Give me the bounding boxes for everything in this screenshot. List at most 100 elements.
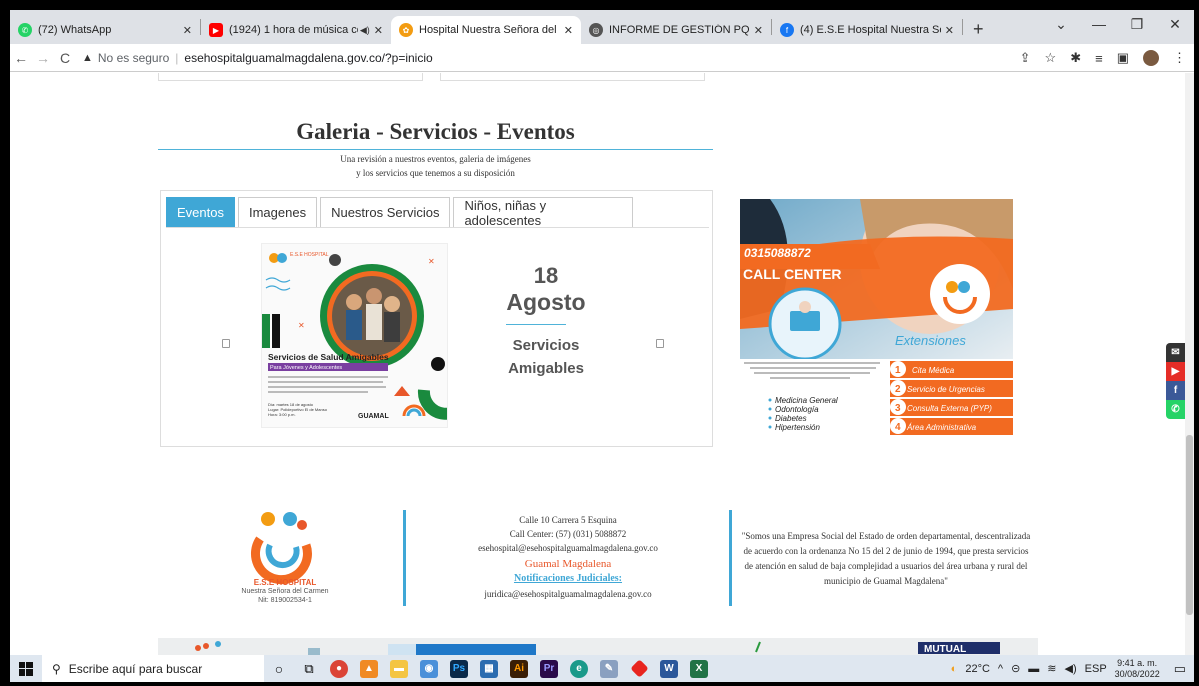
email-icon[interactable]: ✉	[1166, 343, 1185, 362]
toolbar-icons: ⇪ ☆ ✱ ≡ ▣ ⋮	[1020, 44, 1186, 72]
tab-ninos-adolescentes[interactable]: Niños, niñas y adolescentes	[453, 197, 634, 228]
tab-informe[interactable]: ◎ INFORME DE GESTIÓN PQRS Pri ✕	[581, 16, 771, 44]
taskbar-app-anydesk[interactable]	[624, 655, 654, 682]
scrollbar-thumb[interactable]	[1186, 435, 1193, 615]
flyer-subtitle: Para Jóvenes y Adolescentes	[270, 365, 342, 371]
close-window-icon[interactable]: ✕	[1156, 10, 1194, 40]
youtube-icon[interactable]: ▶	[1166, 362, 1185, 381]
taskbar-app-cortana[interactable]: ○	[264, 655, 294, 682]
network-icon[interactable]: ⊝	[1011, 662, 1020, 675]
option-number: 3	[895, 403, 901, 414]
back-icon[interactable]: ←	[10, 50, 32, 66]
clock[interactable]: 9:41 a. m. 30/08/2022	[1115, 658, 1160, 680]
call-center-phone: 0315088872	[744, 246, 811, 260]
taskbar-app-pen[interactable]: ✎	[594, 655, 624, 682]
vlc-icon: ▲	[360, 659, 378, 678]
share-icon[interactable]: ⇪	[1020, 50, 1031, 66]
gallery-subtitle: y los servicios que tenemos a su disposi…	[356, 168, 515, 178]
taskbar-app-vlc[interactable]: ▲	[354, 655, 384, 682]
close-icon[interactable]: ✕	[564, 24, 573, 37]
footer-email[interactable]: esehospital@esehospitalguamalmagdalena.g…	[418, 543, 718, 553]
close-icon[interactable]: ✕	[374, 24, 383, 37]
taskbar-app-store[interactable]: ▦	[474, 655, 504, 682]
whatsapp-icon[interactable]: ✆	[1166, 400, 1185, 419]
reload-icon[interactable]: C	[54, 50, 76, 66]
sidepanel-icon[interactable]: ▣	[1117, 50, 1129, 66]
footer-call-center: Call Center: (57) (031) 5088872	[509, 529, 627, 539]
reading-list-icon[interactable]: ≡	[1095, 51, 1103, 66]
event-flyer-image[interactable]: E.S.E HOSPITAL ✕ ✕ ✕	[261, 243, 448, 428]
taskbar-app-illustrator[interactable]: Ai	[504, 655, 534, 682]
tab-imagenes[interactable]: Imagenes	[237, 197, 318, 227]
system-tray: ◐ 22°C ^ ⊝ ▬ ≋ ◀) ESP 9:41 a. m. 30/08/2…	[951, 655, 1194, 682]
social-sidebar: ✉ ▶ f ✆	[1166, 343, 1185, 419]
option-number: 4	[895, 422, 901, 433]
taskbar-app-camera[interactable]: ◉	[414, 655, 444, 682]
start-button[interactable]	[10, 661, 42, 676]
notifications-icon[interactable]: ▭	[1174, 661, 1186, 677]
speaker-icon[interactable]: ◀)	[360, 25, 370, 36]
hospital-icon: ✿	[399, 23, 413, 37]
clock-date: 30/08/2022	[1114, 668, 1160, 679]
tab-hospital[interactable]: ✿ Hospital Nuestra Señora del Carm ✕	[391, 16, 581, 44]
footer-mission-quote: "Somos una Empresa Social del Estado de …	[741, 531, 1031, 586]
chevron-up-icon[interactable]: ^	[998, 663, 1003, 675]
taskbar-app-photoshop[interactable]: Ps	[444, 655, 474, 682]
tab-nuestros-servicios[interactable]: Nuestros Servicios	[320, 197, 451, 227]
taskbar-app-word[interactable]: W	[654, 655, 684, 682]
new-tab-button[interactable]: +	[963, 16, 994, 44]
warning-icon[interactable]: ▲	[82, 52, 93, 64]
taskbar-search[interactable]: ⚲ Escribe aquí para buscar	[42, 655, 264, 682]
taskbar-app-edge[interactable]: e	[564, 655, 594, 682]
battery-icon[interactable]: ▬	[1028, 663, 1039, 675]
star-icon[interactable]: ☆	[1045, 50, 1057, 66]
extensions-title: Extensiones	[895, 333, 966, 348]
menu-icon[interactable]: ⋮	[1173, 50, 1186, 66]
insecure-label[interactable]: No es seguro	[98, 51, 169, 65]
pen-icon: ✎	[600, 659, 618, 678]
close-icon[interactable]: ✕	[183, 24, 192, 37]
windows-taskbar: ⚲ Escribe aquí para buscar ○ ⧉ ● ▲ ▬ ◉ P…	[10, 655, 1194, 682]
search-icon: ⚲	[52, 661, 61, 676]
option-number: 2	[895, 384, 901, 395]
forward-icon[interactable]: →	[32, 50, 54, 66]
facebook-icon[interactable]: f	[1166, 381, 1185, 400]
callcenter-bullet: Odontología	[775, 405, 819, 414]
taskbar-app-excel[interactable]: X	[684, 655, 714, 682]
call-center-banner[interactable]: 0315088872 CALL CENTER Extensiones Medic…	[740, 199, 1013, 437]
taskbar-app-explorer[interactable]: ▬	[384, 655, 414, 682]
tab-youtube[interactable]: ▶ (1924) 1 hora de música con ◀) ✕	[201, 16, 391, 44]
event-day: 18	[533, 263, 559, 288]
chevron-down-icon[interactable]: ⌄	[1042, 10, 1080, 40]
minimize-icon[interactable]: —	[1080, 10, 1118, 40]
weather-icon[interactable]: ◐	[951, 663, 958, 675]
taskbar-app-taskview[interactable]: ⧉	[294, 655, 324, 682]
footer-juridica-email[interactable]: juridica@esehospitalguamalmagdalena.gov.…	[418, 589, 718, 599]
extensions-icon[interactable]: ✱	[1070, 50, 1081, 66]
divider	[506, 324, 566, 325]
partner-logos: MUTUAL	[195, 641, 1000, 655]
taskbar-app-chrome[interactable]: ●	[324, 655, 354, 682]
word-icon: W	[660, 659, 678, 678]
footer-org-name: E.S.E HOSPITAL	[253, 578, 317, 587]
weather-temp[interactable]: 22°C	[965, 663, 990, 675]
profile-avatar[interactable]	[1143, 50, 1159, 66]
url-text[interactable]: esehospitalguamalmagdalena.gov.co/?p=ini…	[184, 51, 432, 65]
volume-icon[interactable]: ◀)	[1065, 662, 1077, 675]
carousel-next-button[interactable]	[656, 339, 664, 348]
divider	[166, 227, 709, 228]
omnibox[interactable]: ▲ No es seguro | esehospitalguamalmagdal…	[82, 51, 433, 65]
notificaciones-link[interactable]: Notificaciones Judiciales:	[418, 573, 718, 584]
restore-icon[interactable]: ❐	[1118, 10, 1156, 40]
wifi-icon[interactable]: ≋	[1047, 662, 1056, 675]
footer-city: Guamal Magdalena	[524, 558, 612, 570]
circle-icon: ○	[274, 660, 284, 677]
close-icon[interactable]: ✕	[754, 24, 763, 37]
tab-whatsapp[interactable]: ✆ (72) WhatsApp ✕	[10, 16, 200, 44]
carousel-prev-button[interactable]	[222, 339, 230, 348]
taskbar-app-premiere[interactable]: Pr	[534, 655, 564, 682]
close-icon[interactable]: ✕	[945, 24, 954, 37]
language-indicator[interactable]: ESP	[1085, 663, 1107, 675]
tab-facebook[interactable]: f (4) E.S.E Hospital Nuestra Señora ✕	[772, 16, 962, 44]
tab-eventos[interactable]: Eventos	[166, 197, 235, 227]
